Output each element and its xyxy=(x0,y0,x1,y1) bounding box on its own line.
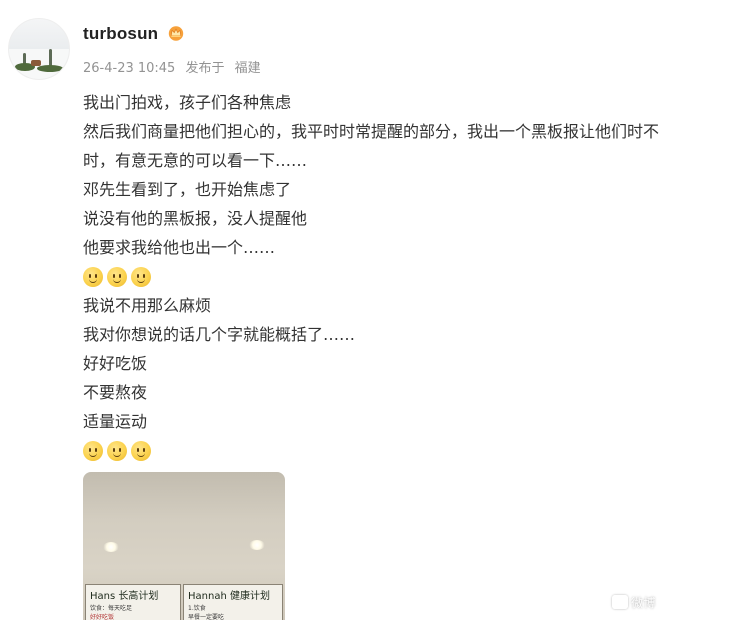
board-left-title: Hans 长高计划 xyxy=(90,591,159,602)
post-line: 不要熬夜 xyxy=(83,383,148,402)
board-right-text: 1.饮食 xyxy=(188,605,206,612)
smile-emoji-icon xyxy=(131,440,151,461)
post-image[interactable]: Hans 长高计划 饮食：每天吃足 好好吃饭 Hannah 健康计划 1.饮食 … xyxy=(83,472,285,620)
post-line: 我出门拍戏，孩子们各种焦虑 xyxy=(83,93,292,112)
weibo-watermark: 微博 xyxy=(612,594,656,611)
emoji-row xyxy=(83,262,738,291)
smile-emoji-icon xyxy=(131,266,151,287)
post-line: 我对你想说的话几个字就能概括了…… xyxy=(83,325,356,344)
smile-emoji-icon xyxy=(107,440,127,461)
board-left-text: 饮食：每天吃足 xyxy=(90,605,133,612)
post-line: 他要求我给他也出一个…… xyxy=(83,238,276,257)
board-right-title: Hannah 健康计划 xyxy=(188,591,270,602)
post-line: 我说不用那么麻烦 xyxy=(83,296,212,315)
emoji-row xyxy=(83,436,738,465)
weibo-post: turbosun 26-4-23 10:45 发布于 福建 我出门拍戏，孩子们各… xyxy=(0,0,751,620)
published-label: 发布于 xyxy=(185,61,225,76)
post-meta: 26-4-23 10:45 发布于 福建 xyxy=(83,57,267,76)
smile-emoji-icon xyxy=(107,266,127,287)
post-line: 好好吃饭 xyxy=(83,354,148,373)
post-line: 适量运动 xyxy=(83,412,148,431)
post-location: 福建 xyxy=(234,61,261,76)
board-right-text: 早餐一定要吃 xyxy=(188,614,225,620)
post-line: 然后我们商量把他们担心的，我平时时常提醒的部分，我出一个黑板报让他们时不 xyxy=(83,122,660,141)
username[interactable]: turbosun xyxy=(83,24,158,43)
post-line: 说没有他的黑板报，没人提醒他 xyxy=(83,209,308,228)
avatar[interactable] xyxy=(8,18,70,80)
crown-badge-icon[interactable] xyxy=(167,24,185,45)
smile-emoji-icon xyxy=(83,266,103,287)
post-line: 邓先生看到了，也开始焦虑了 xyxy=(83,180,292,199)
smile-emoji-icon xyxy=(83,440,103,461)
blackboard-right: Hannah 健康计划 1.饮食 早餐一定要吃 xyxy=(183,584,283,620)
avatar-shrub xyxy=(37,65,63,72)
watermark-text: 微博 xyxy=(631,596,657,610)
post-text: 我出门拍戏，孩子们各种焦虑 然后我们商量把他们担心的，我平时时常提醒的部分，我出… xyxy=(83,88,738,465)
post-time[interactable]: 26-4-23 10:45 xyxy=(83,61,175,76)
watermark-logo-icon xyxy=(612,595,628,609)
avatar-house xyxy=(31,60,41,66)
ceiling-light xyxy=(249,540,265,550)
board-left-text: 好好吃饭 xyxy=(90,614,115,620)
post-line: 时，有意无意的可以看一下…… xyxy=(83,151,308,170)
blackboard-left: Hans 长高计划 饮食：每天吃足 好好吃饭 xyxy=(85,584,181,620)
ceiling-light xyxy=(103,542,119,552)
post-header: turbosun xyxy=(83,24,185,45)
